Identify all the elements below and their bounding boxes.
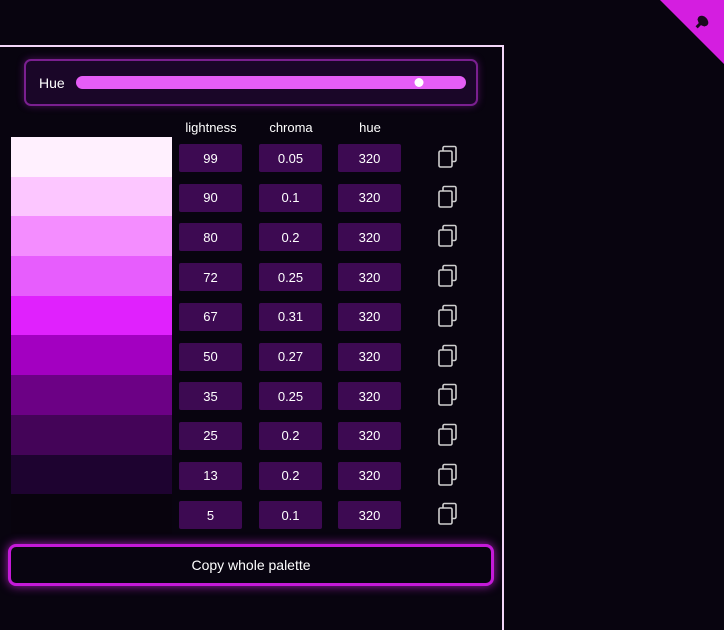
chroma-value[interactable]: 0.05 [259, 144, 322, 172]
chroma-value[interactable]: 0.1 [259, 183, 322, 212]
copy-icon[interactable] [437, 344, 459, 368]
copy-icon[interactable] [437, 185, 459, 209]
chroma-value[interactable]: 0.25 [259, 382, 322, 411]
corner-ribbon-icon[interactable] [660, 0, 724, 64]
chroma-value[interactable]: 0.1 [259, 501, 322, 530]
hue-value[interactable]: 320 [338, 144, 401, 172]
color-swatch [11, 137, 172, 177]
lightness-value[interactable]: 80 [179, 223, 242, 252]
lightness-value[interactable]: 99 [179, 144, 242, 172]
chroma-value[interactable]: 0.31 [259, 302, 322, 331]
chroma-value[interactable]: 0.25 [259, 263, 322, 292]
hue-slider[interactable] [76, 76, 466, 89]
lightness-value[interactable]: 50 [179, 342, 242, 371]
hue-label: Hue [39, 75, 65, 91]
hue-value[interactable]: 320 [338, 263, 401, 292]
color-swatch [11, 454, 172, 495]
hue-value[interactable]: 320 [338, 461, 401, 490]
hue-value[interactable]: 320 [338, 302, 401, 331]
copy-icon[interactable] [437, 264, 459, 288]
lightness-value[interactable]: 13 [179, 461, 242, 490]
column-header-hue: hue [359, 120, 381, 135]
copy-icon[interactable] [437, 383, 459, 407]
lightness-value[interactable]: 25 [179, 421, 242, 450]
color-swatch [11, 335, 172, 376]
lightness-value[interactable]: 5 [179, 501, 242, 530]
hue-value[interactable]: 320 [338, 501, 401, 530]
copy-icon[interactable] [437, 145, 459, 169]
hue-value[interactable]: 320 [338, 183, 401, 212]
color-swatch [11, 414, 172, 455]
chroma-value[interactable]: 0.2 [259, 461, 322, 490]
copy-icon[interactable] [437, 423, 459, 447]
hue-control: Hue [24, 59, 478, 106]
color-swatch [11, 176, 172, 217]
lightness-value[interactable]: 72 [179, 263, 242, 292]
color-swatch [11, 216, 172, 257]
swatch-column [11, 137, 172, 534]
column-header-chroma: chroma [269, 120, 313, 135]
lightness-value[interactable]: 67 [179, 302, 242, 331]
chroma-value[interactable]: 0.2 [259, 223, 322, 252]
hue-value[interactable]: 320 [338, 421, 401, 450]
lightness-value[interactable]: 35 [179, 382, 242, 411]
hue-slider-thumb[interactable] [414, 78, 424, 87]
chroma-value[interactable]: 0.2 [259, 421, 322, 450]
color-swatch [11, 295, 172, 336]
color-swatch [11, 256, 172, 296]
color-swatch [11, 375, 172, 415]
chroma-value[interactable]: 0.27 [259, 342, 322, 371]
hue-value[interactable]: 320 [338, 382, 401, 411]
copy-icon[interactable] [437, 502, 459, 526]
copy-icon[interactable] [437, 304, 459, 328]
lightness-value[interactable]: 90 [179, 183, 242, 212]
copy-whole-palette-button[interactable]: Copy whole palette [8, 544, 494, 586]
color-swatch [11, 494, 172, 534]
copy-icon[interactable] [437, 463, 459, 487]
hue-value[interactable]: 320 [338, 342, 401, 371]
copy-icon[interactable] [437, 224, 459, 248]
column-header-lightness: lightness [185, 120, 237, 135]
hue-value[interactable]: 320 [338, 223, 401, 252]
palette-generator: Hue lightness chroma hue 99 0.05 320 90 0.1 3… [0, 0, 724, 630]
